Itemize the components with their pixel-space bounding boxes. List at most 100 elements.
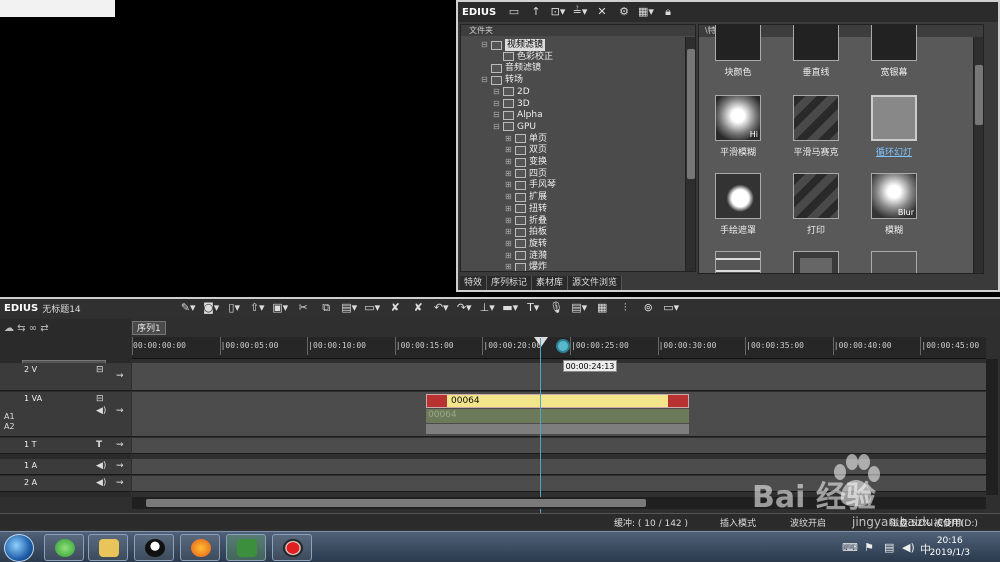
system-clock[interactable]: 20:16 2019/1/3 [930, 535, 970, 559]
grid-scrollbar[interactable] [973, 37, 983, 273]
link-icon[interactable]: ▭▾ [362, 301, 382, 315]
capture-icon[interactable]: ◙▾ [201, 301, 221, 315]
taskbar-app-browser[interactable] [44, 534, 84, 561]
tree-scroll-thumb[interactable] [687, 49, 695, 179]
expand-icon[interactable]: ⊞ [505, 144, 513, 156]
open-icon[interactable]: ⇧▾ [247, 301, 267, 315]
properties-icon[interactable]: ⚙ [616, 5, 632, 19]
expand-icon[interactable]: ⊟ [493, 109, 501, 121]
tree-item[interactable]: ⊞ 旋转 [505, 238, 547, 250]
new-icon[interactable]: ▯▾ [224, 301, 244, 315]
expand-icon[interactable]: ⊞ [505, 215, 513, 227]
save-icon[interactable]: ▣▾ [270, 301, 290, 315]
playhead-scrub-icon[interactable] [556, 339, 570, 353]
track-head-2v[interactable]: 2 V ⊟ ⇝ [0, 363, 131, 391]
expand-icon[interactable]: ⊞ [505, 156, 513, 168]
hscroll-thumb[interactable] [146, 499, 646, 507]
effect-thumbnail[interactable] [793, 95, 839, 141]
track-expand-icon[interactable]: ⇝ [116, 440, 124, 450]
tree-item[interactable]: ⊞ 涟漪 [505, 250, 547, 262]
track-head-1a[interactable]: 1 A ◀) ⇝ [0, 459, 131, 475]
delete-icon[interactable]: ✕ [594, 5, 610, 19]
effect-thumbnail[interactable]: Blur [871, 173, 917, 219]
ripple-delete-icon[interactable]: ✘ [408, 301, 428, 315]
tab-bin[interactable]: 素材库 [532, 276, 569, 290]
taskbar-app-edius[interactable] [226, 534, 266, 561]
track-lane-2v[interactable] [132, 363, 986, 391]
expand-icon[interactable]: ⊟ [493, 98, 501, 110]
tree-item[interactable]: ⊞ 扭转 [505, 203, 547, 215]
speaker-icon[interactable]: ◀) [96, 461, 106, 471]
effect-thumbnail-label[interactable]: 垂直线 [776, 65, 856, 78]
taskbar-app-firefox[interactable] [180, 534, 220, 561]
tree-item[interactable]: ⊞ 扩展 [505, 191, 547, 203]
audio-clip-2[interactable] [426, 424, 689, 434]
track-head-2a[interactable]: 2 A ◀) ⇝ [0, 476, 131, 492]
tab-sequence-markers[interactable]: 序列标记 [487, 276, 533, 290]
taskbar-app-recorder[interactable] [272, 534, 312, 561]
tree-scrollbar[interactable] [685, 37, 695, 271]
effect-thumbnail-label[interactable]: 平滑马赛克 [776, 145, 856, 158]
effect-thumbnail-label[interactable]: 手绘遮罩 [699, 223, 778, 236]
expand-icon[interactable]: ⊟ [481, 74, 489, 86]
effect-thumbnail[interactable] [871, 251, 917, 273]
track-expand-icon[interactable]: ⇝ [116, 371, 124, 381]
network-icon[interactable]: ▤ [884, 541, 894, 554]
track-header-tools[interactable]: ☁ ⇆ ∞ ⇄ [4, 323, 124, 337]
tree-item[interactable]: ⊞ 四页 [505, 168, 547, 180]
expand-icon[interactable]: ⊟ [493, 121, 501, 133]
lock-icon[interactable]: 🔒︎ [660, 5, 676, 19]
start-button[interactable] [4, 534, 34, 562]
trim-icon[interactable]: ▬▾ [500, 301, 520, 315]
effect-thumbnail[interactable] [793, 173, 839, 219]
delete-icon[interactable]: ✘ [385, 301, 405, 315]
flag-icon[interactable]: ⚑ [864, 541, 874, 554]
tree-item[interactable]: 音频滤镜 [481, 62, 541, 74]
grid-scroll-thumb[interactable] [975, 65, 983, 125]
folder-icon[interactable]: ▭ [506, 5, 522, 19]
redo-icon[interactable]: ↷▾ [454, 301, 474, 315]
tree-item[interactable]: ⊞ 折叠 [505, 215, 547, 227]
tree-item[interactable]: ⊞ 拍板 [505, 226, 547, 238]
render-icon[interactable]: ▤▾ [569, 301, 589, 315]
tree-item[interactable]: ⊟ GPU [493, 121, 536, 133]
playhead-line[interactable] [540, 338, 541, 513]
arrange-icon[interactable]: ≟▾ [572, 5, 588, 19]
ripple-mode[interactable]: 波纹开启 [790, 516, 826, 529]
tree-item[interactable]: ⊞ 双页 [505, 144, 547, 156]
expand-icon[interactable]: ⊞ [505, 226, 513, 238]
view-mode-icon[interactable]: ▦▾ [638, 5, 654, 19]
expand-icon[interactable]: ⊞ [505, 261, 513, 271]
layout-icon[interactable]: ▭▾ [661, 301, 681, 315]
time-ruler[interactable]: 00:00:00:00 |00:00:05:00 |00:00:10:00 |00:0… [132, 337, 986, 359]
taskbar-app-qq[interactable] [134, 534, 174, 561]
effect-thumbnail[interactable] [793, 25, 839, 61]
expand-icon[interactable]: ⊟ [493, 86, 501, 98]
effect-thumbnail-label[interactable]: 平滑模糊 [699, 145, 778, 158]
tab-source-browser[interactable]: 源文件浏览 [568, 276, 623, 290]
tree-item[interactable]: ⊟ 2D [493, 86, 530, 98]
effect-thumbnail-label[interactable]: 宽银幕 [854, 65, 934, 78]
effect-thumbnail-label[interactable]: 块颜色 [699, 65, 778, 78]
up-folder-icon[interactable]: ↑ [528, 5, 544, 19]
copy-icon[interactable]: ⧉ [316, 301, 336, 315]
effect-thumbnail-label[interactable]: 打印 [776, 223, 856, 236]
volume-icon[interactable]: ◀) [902, 541, 915, 554]
expand-icon[interactable]: ⊞ [505, 238, 513, 250]
effect-icon[interactable]: ✎▾ [178, 301, 198, 315]
expand-icon[interactable]: ⊞ [505, 133, 513, 145]
effect-thumbnail[interactable] [715, 25, 761, 61]
track-expand-icon[interactable]: ⇝ [116, 406, 124, 416]
effect-thumbnail[interactable]: Hi [715, 95, 761, 141]
sequence-tab[interactable]: 序列1 [132, 321, 166, 335]
audio-clip[interactable]: 00064 [426, 409, 689, 423]
tree-item[interactable]: 色彩校正 [493, 51, 553, 63]
speaker-icon[interactable]: ◀) [96, 406, 106, 416]
effect-thumbnail-label[interactable]: 循环幻灯 [854, 145, 934, 158]
paste-icon[interactable]: ▤▾ [339, 301, 359, 315]
tree-item[interactable]: ⊞ 单页 [505, 133, 547, 145]
tree-toggle-icon[interactable]: ⊡▾ [550, 5, 566, 19]
settings-icon[interactable]: ⊚ [638, 301, 658, 315]
tree-item[interactable]: ⊟ 视频滤镜 [481, 39, 546, 51]
tree-item[interactable]: ⊟ 转场 [481, 74, 523, 86]
